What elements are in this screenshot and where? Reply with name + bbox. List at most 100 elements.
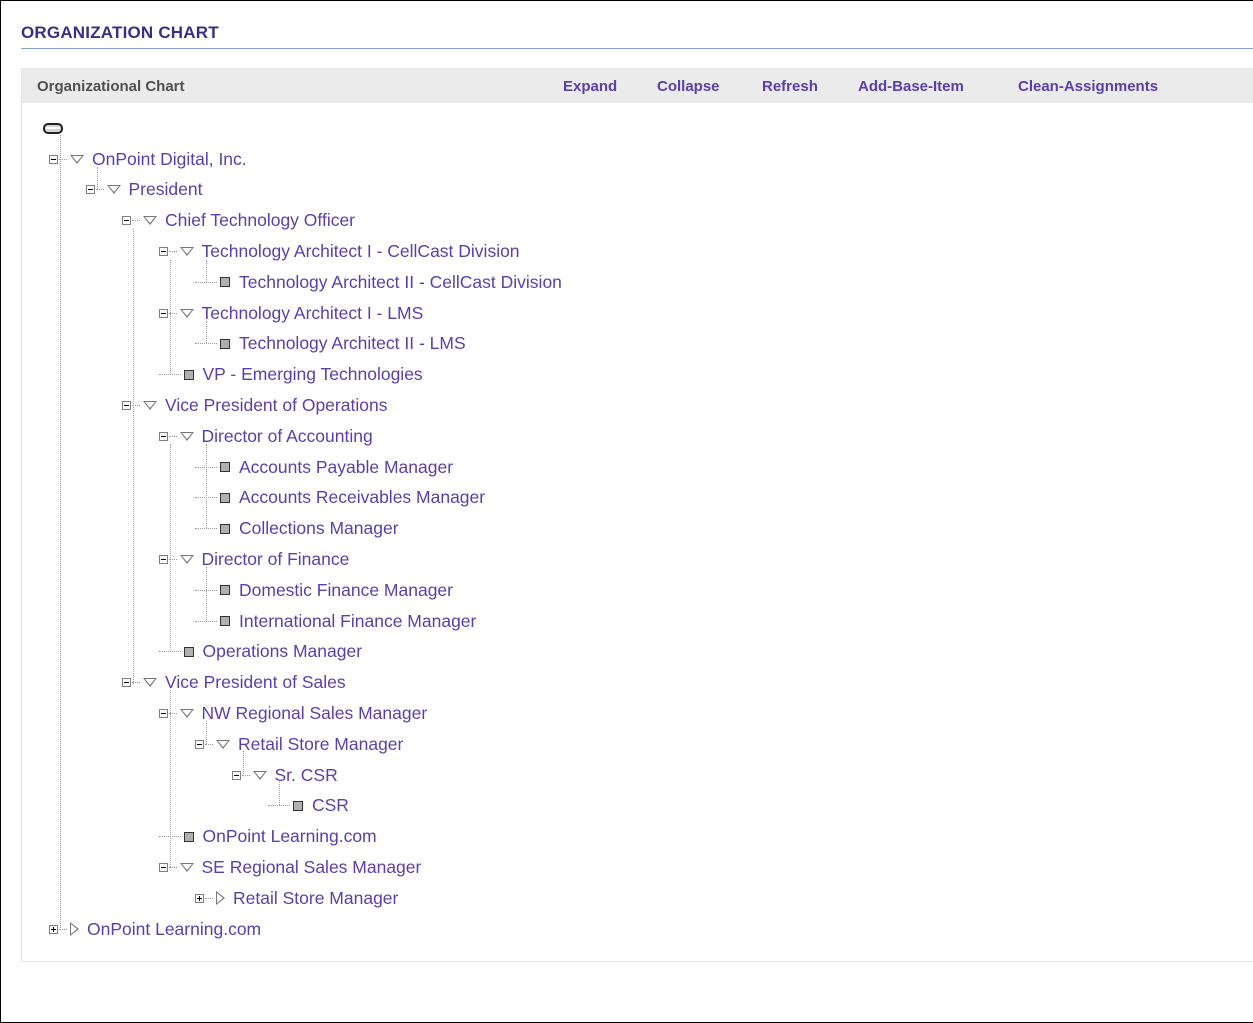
expand-button[interactable]: Expand — [563, 78, 617, 95]
caret-down-icon — [179, 308, 194, 318]
tree-connector — [195, 497, 217, 499]
tree-connector — [95, 189, 104, 191]
tree-node[interactable]: Accounts Receivables Manager — [195, 486, 485, 510]
tree-node[interactable]: Sr. CSR — [231, 763, 338, 787]
tree-connector — [241, 774, 250, 776]
tree-node-label[interactable]: Accounts Receivables Manager — [239, 487, 485, 508]
tree-node[interactable]: Domestic Finance Manager — [195, 578, 453, 602]
leaf-square-icon — [293, 800, 303, 811]
tree-node-label[interactable]: VP - Emerging Technologies — [203, 364, 423, 385]
tree-connector — [168, 712, 177, 714]
tree-node[interactable]: Technology Architect II - LMS — [195, 332, 466, 356]
tree-connector — [132, 404, 140, 406]
expand-plus-icon[interactable] — [195, 893, 204, 903]
tree-node-label[interactable]: Technology Architect II - LMS — [239, 333, 466, 354]
tree-node[interactable]: VP - Emerging Technologies — [158, 363, 423, 387]
tree-connector — [195, 528, 217, 530]
caret-down-icon — [179, 246, 194, 256]
tree-node[interactable]: OnPoint Learning.com — [49, 917, 261, 941]
page-title: ORGANIZATION CHART — [21, 23, 219, 42]
tree-node-label[interactable]: Vice President of Sales — [165, 672, 346, 693]
tree-node[interactable]: Technology Architect I - CellCast Divisi… — [158, 239, 520, 263]
tree-node[interactable]: Retail Store Manager — [195, 886, 398, 910]
tree-node-label[interactable]: Retail Store Manager — [238, 734, 403, 755]
tree-node[interactable]: NW Regional Sales Manager — [158, 701, 428, 725]
tree-node-label[interactable]: Accounts Payable Manager — [239, 457, 453, 478]
tree-connector — [59, 158, 67, 160]
refresh-button[interactable]: Refresh — [762, 78, 818, 95]
tree-node-label[interactable]: Sr. CSR — [275, 765, 338, 786]
add-base-item-button[interactable]: Add-Base-Item — [858, 78, 964, 95]
tree-connector — [205, 897, 213, 899]
tree-node-label[interactable]: President — [129, 179, 203, 200]
tree-node-label[interactable]: Retail Store Manager — [233, 888, 398, 909]
tree-node-label[interactable]: Collections Manager — [239, 518, 399, 539]
tree-node-label[interactable]: Vice President of Operations — [165, 395, 387, 416]
tree-connector — [158, 374, 181, 376]
page-frame: ORGANIZATION CHART Organizational Chart … — [0, 0, 1253, 1023]
tree-node[interactable]: Director of Finance — [158, 547, 350, 571]
collapse-minus-icon[interactable] — [158, 308, 168, 318]
collapse-minus-icon[interactable] — [158, 862, 168, 872]
caret-down-icon — [179, 554, 194, 564]
title-divider — [21, 48, 1253, 49]
tree-node-label[interactable]: Technology Architect I - CellCast Divisi… — [202, 241, 520, 262]
collapse-minus-icon[interactable] — [122, 678, 131, 688]
tree-node[interactable]: International Finance Manager — [195, 609, 476, 633]
collapse-minus-icon[interactable] — [195, 739, 204, 749]
tree-node-label[interactable]: CSR — [312, 795, 349, 816]
tree-node[interactable]: CSR — [268, 794, 349, 818]
tree-node[interactable]: Technology Architect I - LMS — [158, 301, 424, 325]
collapse-minus-icon[interactable] — [122, 400, 131, 410]
tree-node[interactable]: Chief Technology Officer — [122, 209, 355, 233]
tree-node-label[interactable]: Director of Accounting — [202, 426, 373, 447]
tree-connector — [195, 281, 217, 283]
tree-node-label[interactable]: Director of Finance — [202, 549, 350, 570]
collapse-minus-icon[interactable] — [49, 154, 58, 164]
collapse-minus-icon[interactable] — [85, 185, 95, 195]
tree-node-label[interactable]: SE Regional Sales Manager — [202, 857, 422, 878]
tree-node[interactable]: Vice President of Operations — [122, 393, 387, 417]
tree-node[interactable]: Director of Accounting — [158, 424, 373, 448]
collapse-minus-icon[interactable] — [158, 246, 168, 256]
collapse-minus-icon[interactable] — [122, 216, 131, 226]
collapse-minus-icon[interactable] — [231, 770, 241, 780]
tree-node-label[interactable]: Domestic Finance Manager — [239, 580, 453, 601]
tree-node[interactable]: Technology Architect II - CellCast Divis… — [195, 270, 562, 294]
tree-node-label[interactable]: OnPoint Learning.com — [203, 826, 377, 847]
leaf-square-icon — [183, 646, 194, 657]
caret-down-icon — [179, 708, 194, 718]
tree-node[interactable]: Accounts Payable Manager — [195, 455, 453, 479]
clean-assignments-button[interactable]: Clean-Assignments — [1018, 78, 1158, 95]
tree-node[interactable]: Retail Store Manager — [195, 732, 403, 756]
tree-node-label[interactable]: OnPoint Learning.com — [87, 919, 261, 940]
caret-down-icon — [143, 400, 157, 410]
caret-down-icon — [179, 862, 194, 872]
tree-node[interactable]: OnPoint Learning.com — [158, 825, 377, 849]
tree-node-label[interactable]: International Finance Manager — [239, 611, 476, 632]
collapse-button[interactable]: Collapse — [657, 78, 720, 95]
tree-node[interactable]: Vice President of Sales — [122, 671, 346, 695]
tree-connector — [195, 620, 217, 622]
tree-node[interactable]: OnPoint Digital, Inc. — [49, 147, 247, 171]
caret-down-icon — [70, 154, 84, 164]
collapse-minus-icon[interactable] — [158, 554, 168, 564]
tree-node-label[interactable]: Operations Manager — [203, 641, 363, 662]
expand-plus-icon[interactable] — [49, 924, 58, 934]
tree-node-label[interactable]: Technology Architect II - CellCast Divis… — [239, 272, 562, 293]
tree-node-label[interactable]: OnPoint Digital, Inc. — [92, 149, 247, 170]
tree-connector — [132, 220, 140, 222]
tree-node-label[interactable]: Chief Technology Officer — [165, 210, 355, 231]
caret-down-icon — [216, 739, 230, 749]
caret-down-icon — [143, 678, 157, 688]
tree-node[interactable]: Collections Manager — [195, 517, 399, 541]
tree-node-label[interactable]: NW Regional Sales Manager — [202, 703, 428, 724]
tree-node[interactable]: President — [85, 178, 203, 202]
tree-connector — [59, 928, 67, 930]
tree-node[interactable]: Operations Manager — [158, 640, 363, 664]
tree-node[interactable]: SE Regional Sales Manager — [158, 855, 422, 879]
collapse-minus-icon[interactable] — [158, 431, 168, 441]
tree-node-label[interactable]: Technology Architect I - LMS — [202, 303, 424, 324]
tree-connector — [168, 435, 177, 437]
collapse-minus-icon[interactable] — [158, 708, 168, 718]
